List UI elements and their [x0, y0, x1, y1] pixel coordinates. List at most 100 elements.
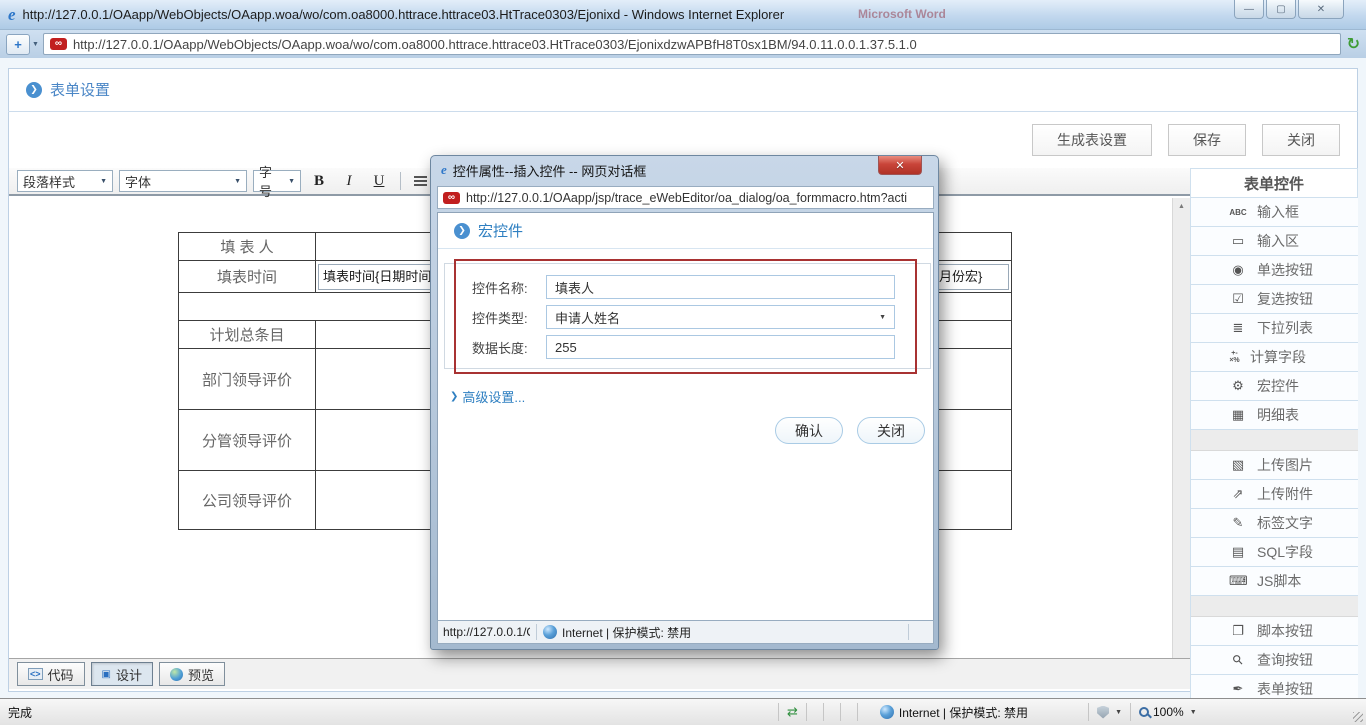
paragraph-style-select[interactable]: 段落样式 ▼	[17, 170, 113, 192]
dialog-buttons: 确认 关闭	[775, 417, 925, 444]
url-field[interactable]: ∞ http://127.0.0.1/OAapp/WebObjects/OAap…	[42, 33, 1341, 55]
row-label: 填表时间	[178, 260, 316, 293]
globe-icon	[170, 667, 183, 681]
editor-scrollbar[interactable]: ▲	[1172, 198, 1190, 658]
rectangle-icon: ▭	[1231, 233, 1245, 248]
statusbar-divider	[856, 703, 858, 721]
chevron-down-icon: ▼	[879, 313, 886, 321]
globe-icon	[543, 625, 557, 639]
statusbar-divider	[778, 703, 779, 721]
close-window-button[interactable]: ✕	[1298, 0, 1344, 19]
status-text: 完成	[8, 705, 33, 720]
maximize-button[interactable]: ▢	[1266, 0, 1296, 19]
address-bar: + ▼ ∞ http://127.0.0.1/OAapp/WebObjects/…	[0, 30, 1366, 58]
zoom-level[interactable]: 100%	[1153, 705, 1184, 719]
dialog-content: ❯ 宏控件 控件名称: 控件类型: 申请人姓名 ▼ 数据长度: ❯ 高级设置..…	[437, 212, 934, 620]
statusbar-divider	[908, 624, 909, 640]
tab-preview-label: 预览	[188, 667, 215, 683]
italic-button[interactable]: I	[337, 170, 361, 192]
magnifier-icon: ⚲	[1228, 650, 1247, 669]
control-name-label: 控件名称:	[472, 280, 528, 296]
tab-code[interactable]: <> 代码	[17, 662, 85, 686]
design-icon: ▣	[101, 668, 111, 680]
font-size-select[interactable]: 字号 ▼	[253, 165, 301, 199]
data-length-input[interactable]	[546, 335, 895, 359]
sidebar-item-sql-field[interactable]: ▤ SQL字段	[1191, 538, 1358, 567]
page-actions: 生成表设置 保存 关闭	[1032, 124, 1340, 156]
statusbar-divider	[536, 624, 537, 640]
sidebar-separator	[1191, 596, 1358, 617]
save-button[interactable]: 保存	[1168, 124, 1246, 156]
page-transfer-icon: ⇄	[787, 704, 798, 719]
field-row-name: 控件名称:	[438, 275, 933, 299]
sidebar-item-js-script[interactable]: ⌨ JS脚本	[1191, 567, 1358, 596]
chevron-down-icon[interactable]: ▼	[1115, 709, 1122, 716]
sidebar-item-upload-image[interactable]: ▧ 上传图片	[1191, 451, 1358, 480]
shield-icon[interactable]	[1097, 705, 1110, 719]
sidebar-item-calc-field[interactable]: +-×% 计算字段	[1191, 343, 1358, 372]
font-select[interactable]: 字体 ▼	[119, 170, 247, 192]
chevron-down-icon[interactable]: ▼	[32, 41, 39, 48]
tab-preview[interactable]: 预览	[159, 662, 226, 686]
sidebar-item-input-box[interactable]: ABC 输入框	[1191, 198, 1358, 227]
control-properties-dialog: e 控件属性--插入控件 -- 网页对话框 ✕ ∞ http://127.0.0…	[430, 155, 939, 650]
resize-grip[interactable]	[1353, 712, 1363, 722]
compatibility-view-button[interactable]: +	[6, 33, 30, 55]
sidebar-item-form-button[interactable]: ✒ 表单按钮	[1191, 675, 1358, 698]
statusbar-divider	[839, 703, 841, 721]
dialog-close-action-button[interactable]: 关闭	[857, 417, 925, 444]
bold-button[interactable]: B	[307, 170, 331, 192]
sidebar-item-macro-control[interactable]: ⚙ 宏控件	[1191, 372, 1358, 401]
font-size-value: 字号	[259, 165, 273, 199]
ie-logo-icon: e	[8, 4, 16, 24]
minimize-button[interactable]: —	[1234, 0, 1264, 19]
dialog-address-bar: ∞ http://127.0.0.1/OAapp/jsp/trace_eWebE…	[437, 186, 934, 209]
refresh-icon[interactable]: ↻	[1347, 34, 1360, 54]
ie-page-icon: e	[441, 162, 447, 177]
dialog-close-button[interactable]: ✕	[878, 156, 922, 175]
sidebar-item-checkbox-button[interactable]: ☑ 复选按钮	[1191, 285, 1358, 314]
window-title: http://127.0.0.1/OAapp/WebObjects/OAapp.…	[22, 7, 785, 22]
control-type-select[interactable]: 申请人姓名 ▼	[546, 305, 895, 329]
chevron-down-icon[interactable]: ▼	[1190, 709, 1197, 716]
sidebar-item-upload-attachment[interactable]: ⇗ 上传附件	[1191, 480, 1358, 509]
sidebar-item-query-button[interactable]: ⚲ 查询按钮	[1191, 646, 1358, 675]
globe-icon	[879, 705, 894, 719]
dialog-title: 控件属性--插入控件 -- 网页对话框	[452, 163, 647, 179]
sidebar-item-dropdown-list[interactable]: ≣ 下拉列表	[1191, 314, 1358, 343]
sidebar-item-script-button[interactable]: ❐ 脚本按钮	[1191, 617, 1358, 646]
arrow-circle-icon: ❯	[454, 222, 470, 239]
scroll-up-icon[interactable]: ▲	[1173, 198, 1190, 210]
close-page-button[interactable]: 关闭	[1262, 124, 1340, 156]
field-row-length: 数据长度:	[438, 335, 933, 359]
dialog-url: http://127.0.0.1/OAapp/jsp/trace_eWebEdi…	[466, 190, 907, 205]
tab-design[interactable]: ▣ 设计	[90, 662, 153, 686]
pencil-icon: ✎	[1232, 515, 1244, 530]
font-value: 字体	[125, 174, 152, 190]
dialog-status-zone: Internet | 保护模式: 禁用	[562, 625, 692, 640]
row-label: 公司领导评价	[178, 470, 316, 530]
generate-table-settings-button[interactable]: 生成表设置	[1032, 124, 1152, 156]
control-type-label: 控件类型:	[472, 310, 528, 326]
radio-icon: ◉	[1232, 262, 1244, 277]
folder-icon: ▤	[1231, 544, 1245, 559]
editor-mode-tabs: <> 代码 ▣ 设计 预览	[9, 658, 1190, 689]
sidebar-item-label-text[interactable]: ✎ 标签文字	[1191, 509, 1358, 538]
macro-text-left: 填表时间{日期时间	[323, 268, 432, 284]
advanced-settings-link[interactable]: ❯ 高级设置...	[450, 387, 525, 406]
advanced-settings-label: 高级设置...	[462, 390, 526, 405]
sidebar-separator	[1191, 430, 1358, 451]
underline-button[interactable]: U	[367, 170, 391, 192]
align-left-button[interactable]	[410, 170, 430, 192]
grid-icon: ▦	[1231, 407, 1245, 422]
row-label: 部门领导评价	[178, 348, 316, 410]
zoom-magnifier-icon[interactable]	[1139, 707, 1149, 717]
sidebar-item-detail-table[interactable]: ▦ 明细表	[1191, 401, 1358, 430]
site-favicon: ∞	[49, 38, 67, 50]
sidebar-item-input-area[interactable]: ▭ 输入区	[1191, 227, 1358, 256]
control-name-input[interactable]	[546, 275, 895, 299]
confirm-button[interactable]: 确认	[775, 417, 843, 444]
dialog-statusbar: http://127.0.0.1/OAapp/jsp/t Internet | …	[437, 620, 934, 644]
sidebar-item-radio-button[interactable]: ◉ 单选按钮	[1191, 256, 1358, 285]
toolbar-separator	[400, 172, 401, 190]
